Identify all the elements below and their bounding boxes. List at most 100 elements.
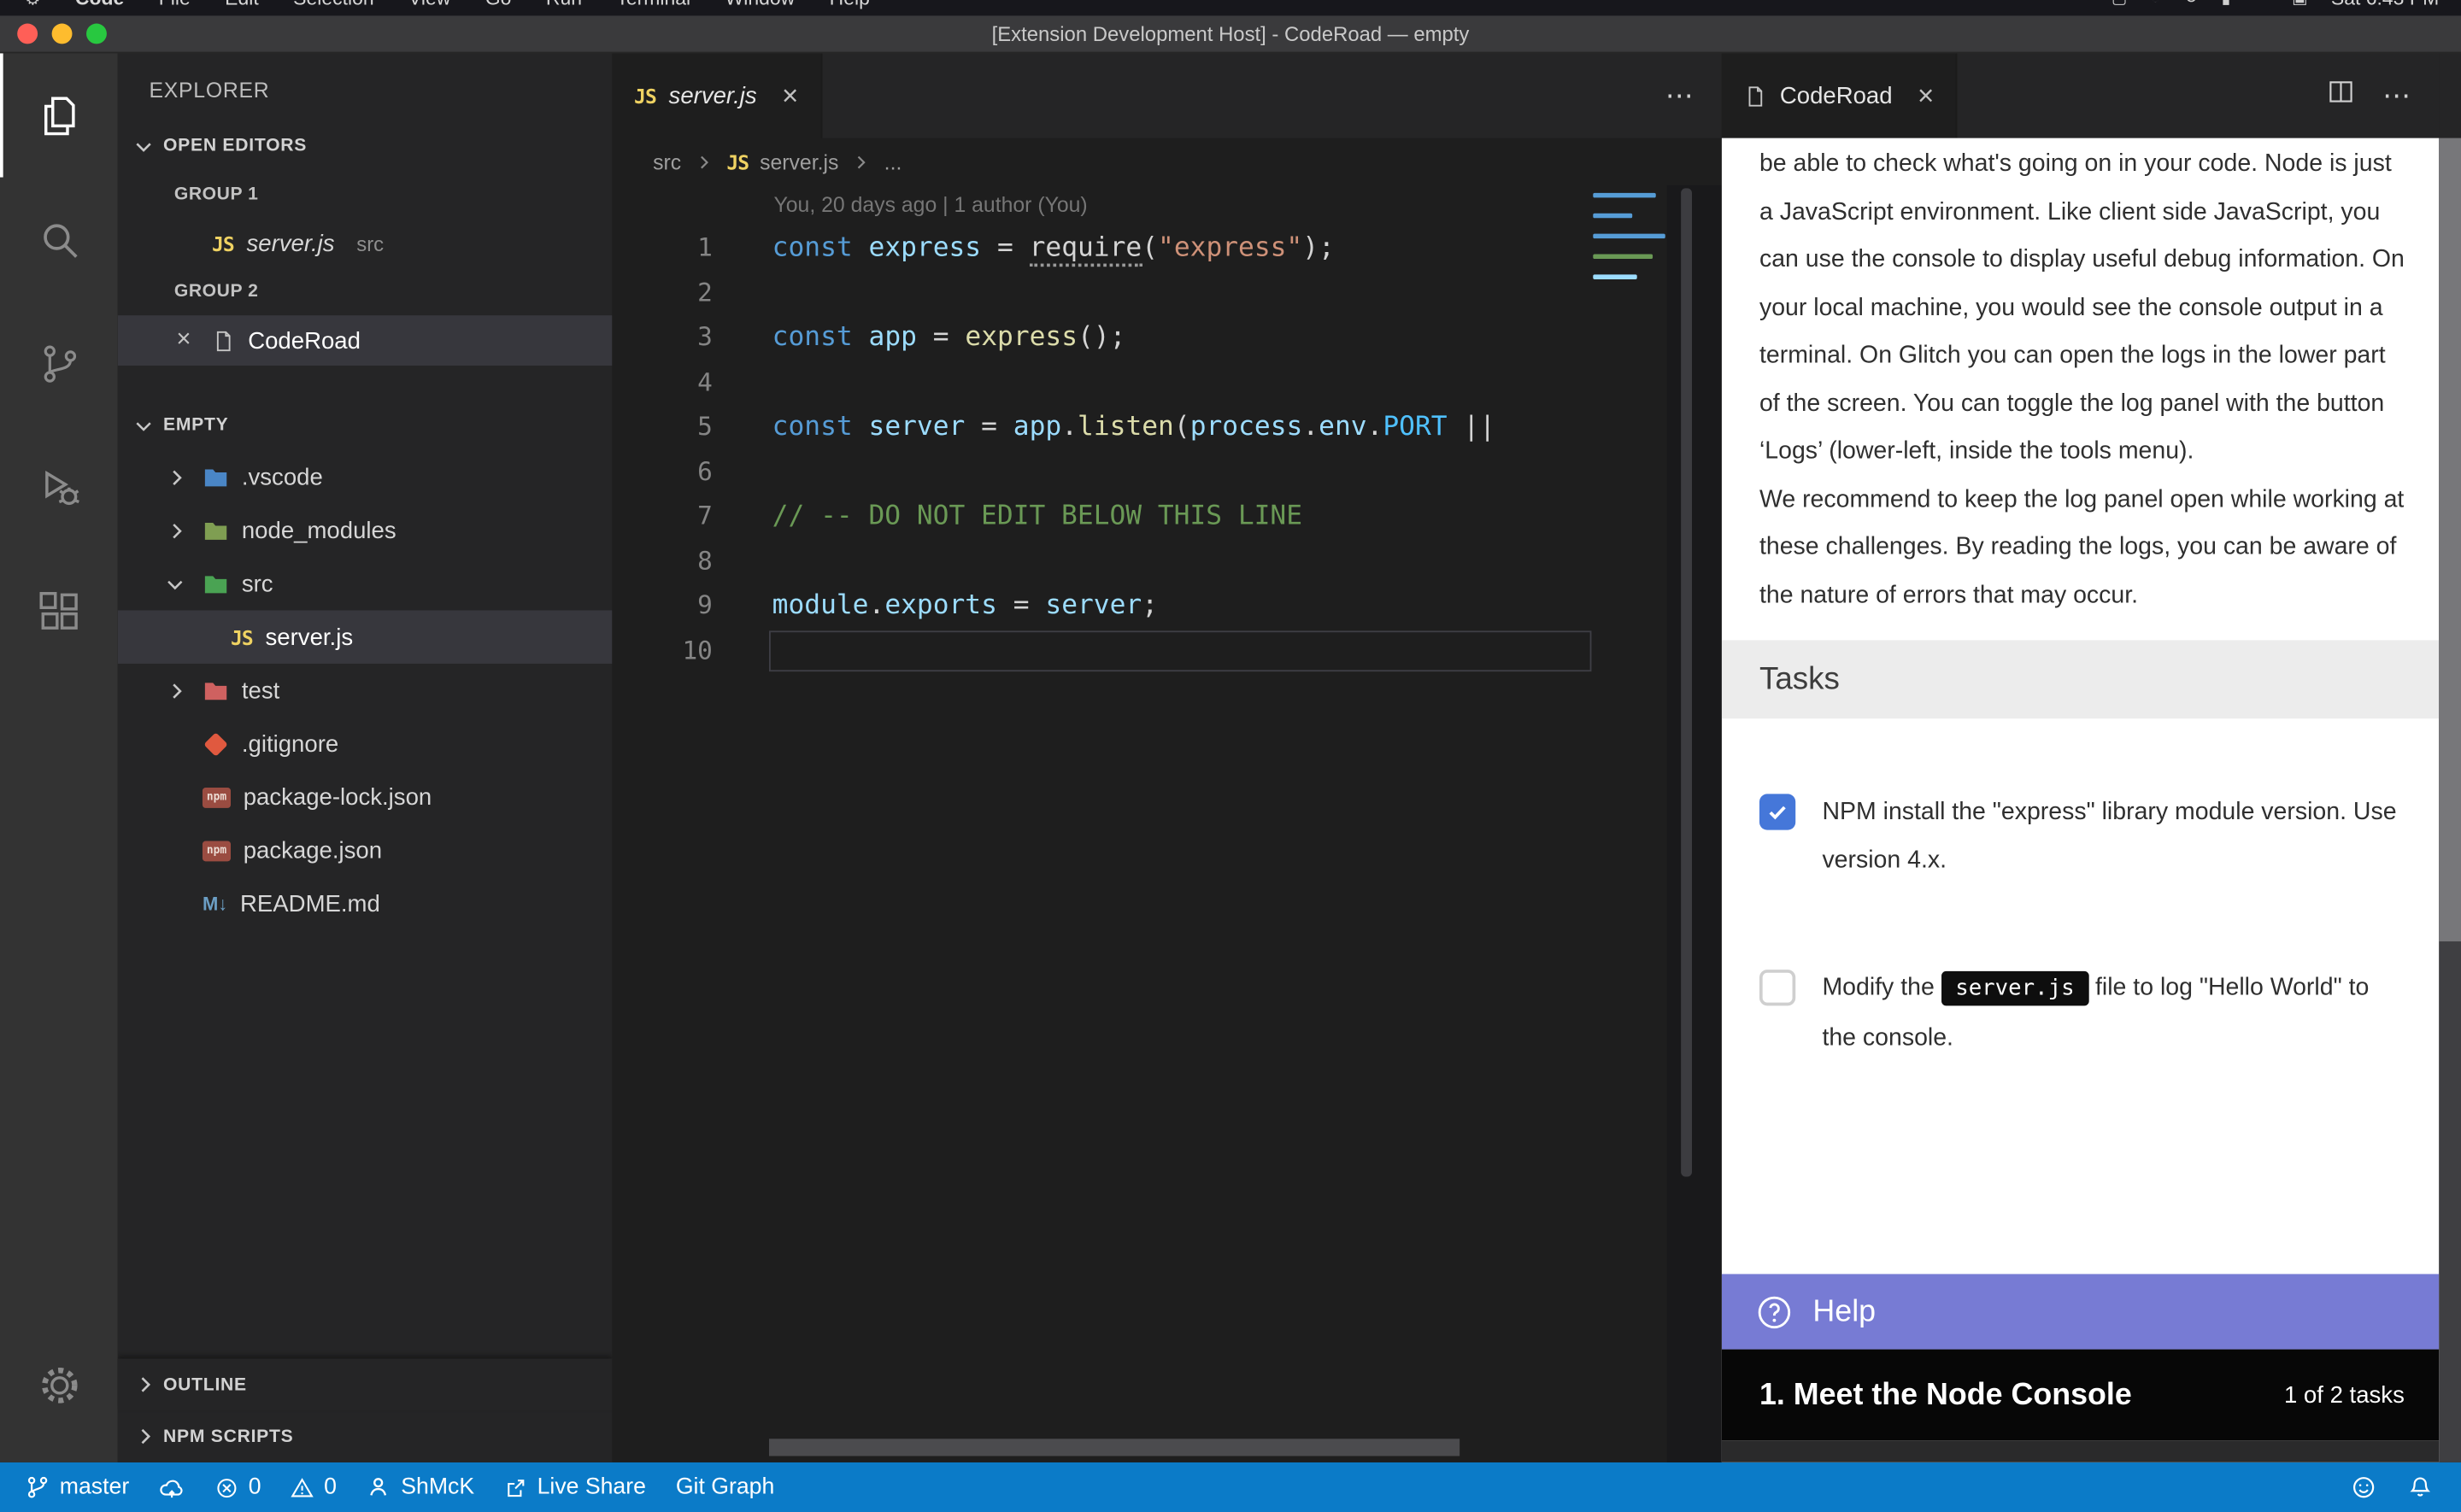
- menu-terminal[interactable]: Terminal: [616, 0, 690, 9]
- activity-run-and-debug-icon[interactable]: [0, 425, 118, 549]
- inline-code: server.js: [1941, 971, 2088, 1005]
- split-editor-icon[interactable]: [2328, 79, 2354, 113]
- tree-item-vscode[interactable]: .vscode: [118, 450, 613, 503]
- status-publish-changes[interactable]: [159, 1474, 185, 1501]
- editor-vertical-scrollbar[interactable]: [1667, 185, 1722, 1462]
- menu-edit[interactable]: Edit: [225, 0, 259, 9]
- tree-item-node-modules[interactable]: node_modules: [118, 504, 613, 557]
- tree-item-src[interactable]: src: [118, 557, 613, 610]
- menu-run[interactable]: Run: [546, 0, 582, 9]
- tab-label: server.js: [669, 82, 757, 108]
- menu-battery-icon[interactable]: ▮: [2222, 0, 2231, 8]
- tree-item-package-lock-json[interactable]: npmpackage-lock.json: [118, 771, 613, 823]
- menu-wifi-icon[interactable]: ◠: [2254, 0, 2269, 8]
- npm-scripts-section-header[interactable]: NPM SCRIPTS: [118, 1410, 613, 1462]
- code-editor[interactable]: You, 20 days ago | 1 author (You) 1const…: [612, 185, 1722, 1462]
- apple-menu-icon[interactable]: ⚙: [25, 0, 40, 9]
- chevron-down-icon[interactable]: [162, 570, 190, 598]
- line-number: 5: [612, 405, 713, 449]
- chevron-right-icon[interactable]: [162, 463, 190, 491]
- status-git-graph[interactable]: Git Graph: [676, 1475, 774, 1500]
- tree-item-package-json[interactable]: npmpackage.json: [118, 823, 613, 876]
- activity-explorer-icon[interactable]: [0, 53, 118, 177]
- status-notifications[interactable]: [2408, 1475, 2433, 1500]
- menu-go[interactable]: Go: [485, 0, 512, 9]
- activity-search-icon[interactable]: [0, 178, 118, 302]
- chevron-right-icon[interactable]: [162, 516, 190, 544]
- menu-file[interactable]: File: [159, 0, 191, 9]
- menu-help[interactable]: Help: [830, 0, 870, 9]
- git-blame-annotation[interactable]: You, 20 days ago | 1 author (You): [612, 185, 1722, 226]
- menu-control-center-icon[interactable]: ▣: [2292, 0, 2307, 8]
- breadcrumb[interactable]: src JS server.js ...: [612, 138, 1722, 185]
- code-line-4[interactable]: 4: [612, 360, 1722, 405]
- breadcrumb-file[interactable]: server.js: [760, 149, 838, 173]
- editor-horizontal-scrollbar[interactable]: [769, 1439, 1460, 1456]
- task-item-1: NPM install the "express" library module…: [1759, 788, 2408, 885]
- menu-window-icon[interactable]: ▢: [2112, 0, 2127, 8]
- task-checkbox[interactable]: [1759, 794, 1795, 829]
- folder-test-icon: [203, 677, 229, 704]
- breadcrumb-folder[interactable]: src: [653, 149, 681, 173]
- outline-label: OUTLINE: [163, 1375, 247, 1394]
- error-icon: [215, 1475, 239, 1499]
- code-line-5[interactable]: 5const server = app.listen(process.env.P…: [612, 405, 1722, 449]
- open-editors-header[interactable]: OPEN EDITORS: [118, 120, 613, 171]
- menu-sync-icon[interactable]: ↻: [2184, 0, 2198, 8]
- menu-clock[interactable]: Sat 6:43 PM: [2331, 0, 2439, 9]
- line-number: 4: [612, 360, 713, 405]
- code-line-8[interactable]: 8: [612, 539, 1722, 583]
- tree-item-server-js[interactable]: JSserver.js: [118, 610, 613, 663]
- outline-section-header[interactable]: OUTLINE: [118, 1359, 613, 1411]
- close-tab-icon[interactable]: ×: [1918, 79, 1934, 113]
- minimize-window-button[interactable]: [52, 24, 73, 44]
- zoom-window-button[interactable]: [86, 24, 107, 44]
- code-line-10[interactable]: 10: [612, 629, 1722, 673]
- warning-icon: [291, 1475, 315, 1499]
- chevron-right-icon[interactable]: [162, 677, 190, 705]
- code-line-6[interactable]: 6: [612, 449, 1722, 494]
- activity-source-control-icon[interactable]: [0, 302, 118, 425]
- menu-view[interactable]: View: [408, 0, 450, 9]
- breadcrumb-more[interactable]: ...: [884, 149, 902, 173]
- close-editor-icon[interactable]: ×: [168, 326, 200, 355]
- code-line-1[interactable]: 1const express = require("express");: [612, 226, 1722, 270]
- task-checkbox[interactable]: [1759, 970, 1795, 1005]
- status-feedback[interactable]: [2351, 1475, 2376, 1500]
- minimap[interactable]: [1593, 193, 1666, 295]
- menu-selection[interactable]: Selection: [293, 0, 373, 9]
- close-window-button[interactable]: [17, 24, 38, 44]
- tree-item-readme-md[interactable]: M↓README.md: [118, 877, 613, 930]
- open-editor-coderoad[interactable]: ×CodeRoad: [118, 315, 613, 366]
- code-line-3[interactable]: 3const app = express();: [612, 315, 1722, 360]
- menu-clock-icon[interactable]: ◔: [2151, 0, 2161, 8]
- open-editor-server-js[interactable]: JSserver.jssrc: [118, 218, 613, 268]
- scrollbar-thumb[interactable]: [2439, 138, 2461, 941]
- workspace-header[interactable]: EMPTY: [118, 400, 613, 450]
- menu-code[interactable]: Code: [75, 0, 124, 9]
- help-button[interactable]: Help: [1722, 1274, 2439, 1349]
- status-account-shmck[interactable]: ShMcK: [367, 1475, 474, 1500]
- task-text: Modify the server.js file to log "Hello …: [1822, 964, 2407, 1063]
- code-line-7[interactable]: 7// -- DO NOT EDIT BELOW THIS LINE: [612, 495, 1722, 539]
- activity-manage-icon[interactable]: [0, 1322, 118, 1446]
- scrollbar-thumb[interactable]: [769, 1439, 1460, 1456]
- tab-server-js[interactable]: JS server.js ×: [612, 53, 822, 138]
- scrollbar-thumb[interactable]: [1681, 188, 1692, 1176]
- menu-window[interactable]: Window: [725, 0, 796, 9]
- code-line-2[interactable]: 2: [612, 271, 1722, 315]
- close-tab-icon[interactable]: ×: [782, 79, 798, 113]
- activity-extensions-icon[interactable]: [0, 549, 118, 673]
- status-live-share[interactable]: Live Share: [504, 1475, 646, 1500]
- tree-item-test[interactable]: test: [118, 664, 613, 717]
- editor-more-actions-icon[interactable]: ⋯: [1665, 79, 1694, 113]
- code-line-9[interactable]: 9module.exports = server;: [612, 583, 1722, 628]
- panel-scrollbar[interactable]: [2439, 53, 2461, 1462]
- status-git-branch[interactable]: master: [25, 1475, 129, 1500]
- panel-more-actions-icon[interactable]: ⋯: [2382, 79, 2411, 113]
- tree-item-label: src: [242, 571, 273, 597]
- status-warnings[interactable]: 0: [291, 1475, 337, 1500]
- tab-coderoad[interactable]: CodeRoad ×: [1722, 53, 1958, 138]
- status-errors[interactable]: 0: [215, 1475, 261, 1500]
- tree-item-gitignore[interactable]: .gitignore: [118, 717, 613, 770]
